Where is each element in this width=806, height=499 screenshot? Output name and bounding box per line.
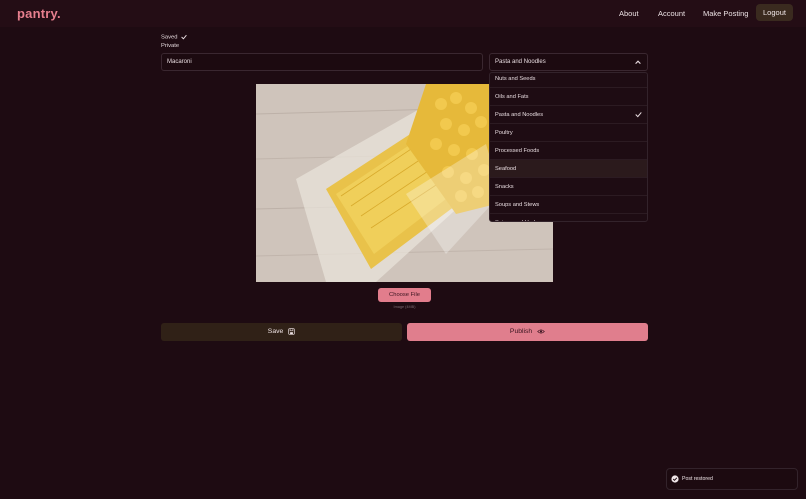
nav-account-link[interactable]: Account (658, 9, 685, 18)
dropdown-option[interactable]: Oils and Fats (490, 88, 647, 106)
toast-message: Post restored (682, 476, 713, 482)
saved-label: Saved (161, 34, 178, 41)
save-button[interactable]: Save (161, 323, 402, 341)
dropdown-option[interactable]: Nuts and Seeds (490, 73, 647, 88)
save-status: Saved (161, 34, 187, 41)
check-icon (181, 34, 187, 40)
dropdown-option-hovered[interactable]: Seafood (490, 160, 647, 178)
dropdown-option[interactable]: Spices and Herbs (490, 214, 647, 221)
visibility-status: Private (161, 43, 180, 49)
nav-about-link[interactable]: About (619, 9, 639, 18)
logo[interactable]: pantry. (17, 6, 61, 21)
category-select[interactable]: Pasta and Noodles (489, 53, 648, 71)
dropdown-option[interactable]: Processed Foods (490, 142, 647, 160)
floppy-disk-icon (288, 328, 295, 335)
category-dropdown[interactable]: Nuts and Seeds Oils and Fats Pasta and N… (489, 72, 648, 222)
top-nav: pantry. About Account Make Posting Logou… (0, 0, 806, 27)
dropdown-option[interactable]: Soups and Stews (490, 196, 647, 214)
choose-file-button[interactable]: Choose File (378, 288, 431, 302)
check-icon (635, 112, 642, 118)
dropdown-option-label: Pasta and Noodles (495, 112, 544, 118)
chevron-up-icon (635, 60, 641, 64)
category-select-value: Pasta and Noodles (495, 59, 546, 65)
dropdown-option-selected[interactable]: Pasta and Noodles (490, 106, 647, 124)
toast-notification: Post restored (666, 468, 798, 490)
publish-button-label: Publish (509, 328, 533, 335)
nav-make-posting-link[interactable]: Make Posting (703, 9, 748, 18)
title-input[interactable]: Macaroni (161, 53, 483, 71)
eye-icon (537, 329, 545, 334)
logout-button[interactable]: Logout (756, 4, 793, 21)
image-size-hint: Image (4MB) (393, 305, 416, 309)
save-button-label: Save (267, 328, 284, 335)
check-circle-icon (671, 475, 679, 483)
dropdown-option[interactable]: Snacks (490, 178, 647, 196)
publish-button[interactable]: Publish (407, 323, 648, 341)
dropdown-option[interactable]: Poultry (490, 124, 647, 142)
